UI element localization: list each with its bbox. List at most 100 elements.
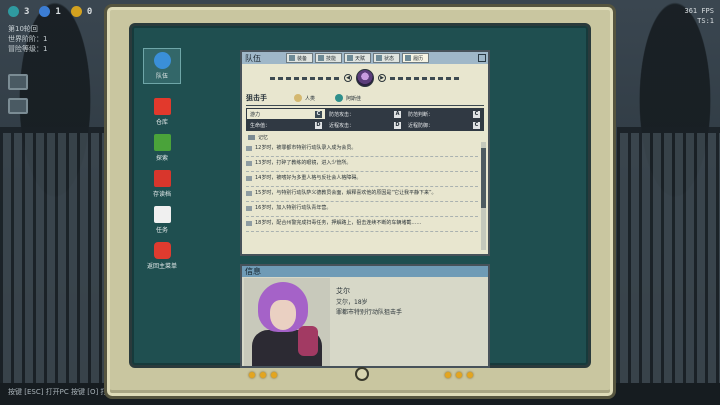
stat-cell: 近程防御： C — [405, 120, 483, 130]
next-character-button[interactable]: ▶ — [378, 74, 386, 82]
monitor-screen: 队伍 仓库 探索 存读档 任务 返回主菜单 队伍 装备 技能 天赋 状态 履历 … — [129, 23, 591, 368]
stat-label: 防范攻击： — [329, 111, 355, 118]
tab-history-label: 履历 — [413, 55, 424, 62]
character-selector: ◀ ▶ — [242, 68, 488, 88]
faction-label: 阿斯佳 — [346, 95, 362, 102]
character-name: 艾尔 — [336, 287, 350, 295]
stat-label: 防范判断： — [408, 111, 434, 118]
scrollbar-thumb[interactable] — [481, 148, 486, 208]
character-occupation: 罪都市特别行动队狙击手 — [336, 309, 403, 316]
teal-gem-icon — [8, 6, 19, 17]
resource-blue: 1 — [39, 6, 61, 17]
desktop-item-storage[interactable]: 仓库 — [143, 98, 181, 126]
power-icon — [153, 242, 171, 259]
tab-equipment[interactable]: 装备 — [286, 53, 314, 63]
inventory-icon[interactable] — [8, 98, 28, 114]
faction-icon — [335, 94, 344, 102]
tab-status-label: 状态 — [384, 55, 395, 62]
tab-skills[interactable]: 技能 — [315, 53, 343, 63]
tab-talent[interactable]: 天赋 — [344, 53, 372, 63]
list-item: 16岁时，加入特别行动队青年营。 — [246, 202, 478, 217]
monitor-power-button[interactable] — [355, 367, 369, 381]
resource-gold: 0 — [70, 6, 93, 17]
desktop-item-quest[interactable]: 任务 — [143, 206, 181, 234]
fps-value: 361 FPS — [684, 7, 714, 15]
memory-text: 14岁时，被嗜好为多重人格与反社会人格障碍。 — [255, 175, 362, 181]
world-tier: 世界阶阶：1 — [8, 35, 48, 43]
quest-icon — [153, 206, 171, 223]
character-portrait — [244, 278, 330, 366]
role-divider — [246, 105, 484, 106]
memory-header: 记忆 — [248, 134, 268, 141]
bullet-icon — [246, 206, 252, 211]
explore-icon — [153, 134, 171, 151]
gold-coin-icon — [70, 6, 82, 17]
stat-label: 生命值： — [250, 122, 271, 129]
list-item: 18岁时，配合州警完成扫毒任务，押解路上，狙击连续不断的车辆堵截…… — [246, 217, 478, 232]
led-group-left — [249, 372, 277, 378]
tab-skills-label: 技能 — [326, 55, 337, 62]
desktop-label-quest: 任务 — [155, 227, 168, 234]
team-window-title: 队伍 — [245, 53, 261, 63]
stat-grade: C — [473, 121, 480, 129]
stat-grade: D — [394, 121, 401, 129]
list-item: 12岁时，被罪都市特别行动队录入成为会员。 — [246, 142, 478, 157]
divider-right — [390, 76, 460, 80]
person-icon — [294, 94, 302, 102]
bullet-icon — [246, 146, 252, 151]
character-avatar — [356, 69, 374, 87]
resource-gold-value: 0 — [86, 6, 93, 17]
stat-grade: A — [394, 110, 401, 118]
desktop-sidebar: 队伍 仓库 探索 存读档 任务 返回主菜单 — [142, 48, 182, 278]
equipment-icon — [289, 55, 295, 61]
desktop-label-main-menu: 返回主菜单 — [146, 263, 177, 270]
desktop-item-team[interactable]: 队伍 — [143, 48, 181, 84]
stat-grade: C — [315, 110, 322, 118]
gate-left — [0, 127, 105, 387]
resource-teal-value: 3 — [24, 6, 30, 17]
team-icon — [153, 52, 171, 69]
stat-label: 近程防御： — [408, 122, 434, 129]
storage-icon — [153, 98, 171, 115]
blue-crystal-icon — [39, 6, 51, 17]
character-age: 艾尔，18岁 — [336, 299, 368, 306]
memory-list: 12岁时，被罪都市特别行动队录入成为会员。 13岁时，打碎了教练的眼镜，进入少管… — [246, 142, 478, 232]
race-label: 人类 — [305, 95, 316, 102]
desktop-item-save-load[interactable]: 存读档 — [143, 170, 181, 198]
cycle-count: 第10轮回 — [8, 25, 38, 33]
stat-grade: C — [473, 110, 480, 118]
led-light — [467, 372, 473, 378]
portrait-backpack — [298, 326, 318, 356]
team-tabs: 装备 技能 天赋 状态 履历 — [286, 53, 430, 63]
tab-status[interactable]: 状态 — [373, 53, 401, 63]
bullet-icon — [246, 191, 252, 196]
resource-hud: 3 1 0 — [8, 6, 92, 17]
save-load-icon — [153, 170, 171, 187]
tab-history[interactable]: 履历 — [402, 53, 430, 63]
stat-cell: 防范判断： C — [405, 109, 483, 119]
tab-talent-label: 天赋 — [355, 55, 366, 62]
prev-character-button[interactable]: ◀ — [344, 74, 352, 82]
desktop-label-save-load: 存读档 — [152, 191, 171, 198]
skills-icon — [318, 55, 325, 61]
bullet-icon — [246, 221, 252, 226]
memory-text: 15岁时，与特别行动队萨义德教员会面，解释喜欢他的原因是“它让我平静下来”。 — [255, 190, 437, 196]
stat-grid: 游力 C 防范攻击： A 防范判断： C 生命值： D 近程攻击： D 近程防御： C — [246, 108, 484, 131]
role-row: 狙击手 人类 阿斯佳 — [246, 92, 484, 104]
stat-label: 游力 — [250, 111, 261, 118]
bullet-icon — [246, 161, 252, 166]
led-light — [456, 372, 462, 378]
desktop-label-storage: 仓库 — [155, 119, 168, 126]
close-icon[interactable] — [478, 54, 486, 62]
gate-right — [617, 127, 720, 387]
stat-cell: 生命值： D — [247, 120, 325, 130]
desktop-item-explore[interactable]: 探索 — [143, 134, 181, 162]
led-light — [445, 372, 451, 378]
desktop-item-main-menu[interactable]: 返回主菜单 — [143, 242, 181, 270]
memory-scrollbar[interactable] — [481, 142, 486, 250]
computer-icon[interactable] — [8, 74, 28, 90]
list-item: 14岁时，被嗜好为多重人格与反社会人格障碍。 — [246, 172, 478, 187]
stat-label: 近程攻击： — [329, 122, 355, 129]
stat-cell: 近程攻击： D — [326, 120, 404, 130]
world-stats: 第10轮回 世界阶阶：1 冒险等级：1 — [8, 24, 47, 54]
